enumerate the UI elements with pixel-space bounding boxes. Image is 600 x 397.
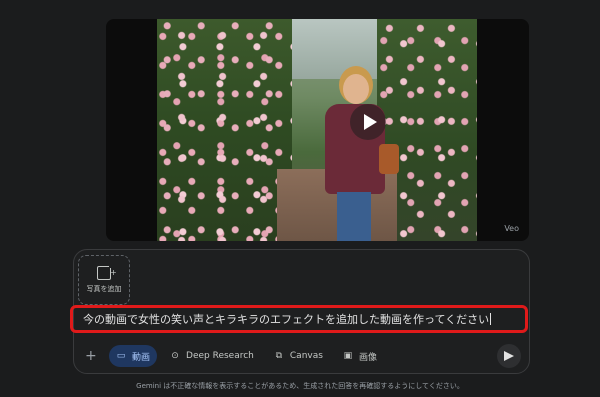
video-thumbnail bbox=[157, 19, 477, 241]
composer-toolbar: + ▭ 動画 ⊙ Deep Research ⧉ Canvas ▣ 画像 bbox=[74, 342, 529, 370]
add-photo-label: 写真を追加 bbox=[86, 285, 122, 293]
play-icon bbox=[363, 114, 377, 130]
tool-video-chip[interactable]: ▭ 動画 bbox=[109, 345, 158, 367]
image-icon: ▣ bbox=[343, 351, 353, 361]
canvas-icon: ⧉ bbox=[275, 351, 283, 361]
send-icon bbox=[504, 351, 514, 361]
send-button[interactable] bbox=[497, 344, 521, 368]
add-photo-button[interactable]: + 写真を追加 bbox=[78, 255, 130, 305]
tool-image-chip[interactable]: ▣ 画像 bbox=[336, 345, 384, 367]
add-tool-icon[interactable]: + bbox=[85, 348, 99, 364]
tool-canvas-label: Canvas bbox=[289, 351, 323, 361]
prompt-composer: + 写真を追加 今の動画で女性の笑い声とキラキラのエフェクトを追加した動画を作っ… bbox=[70, 249, 530, 374]
video-player[interactable]: Veo bbox=[106, 19, 529, 241]
scene-sky bbox=[292, 19, 377, 79]
tool-canvas-chip[interactable]: ⧉ Canvas bbox=[267, 345, 330, 367]
woman-figure bbox=[315, 74, 399, 241]
add-photo-icon bbox=[97, 262, 115, 280]
play-button[interactable] bbox=[350, 104, 386, 140]
tool-video-label: 動画 bbox=[132, 352, 151, 363]
tool-deep-research-chip[interactable]: ⊙ Deep Research bbox=[163, 345, 261, 367]
deep-research-icon: ⊙ bbox=[171, 351, 179, 361]
prompt-input[interactable]: 今の動画で女性の笑い声とキラキラのエフェクトを追加した動画を作ってください bbox=[70, 305, 528, 333]
video-icon: ▭ bbox=[116, 351, 126, 361]
tool-image-label: 画像 bbox=[358, 352, 377, 363]
prompt-text: 今の動画で女性の笑い声とキラキラのエフェクトを追加した動画を作ってください bbox=[83, 313, 490, 326]
veo-watermark: Veo bbox=[504, 224, 519, 233]
tool-deep-research-label: Deep Research bbox=[186, 351, 254, 361]
footer-disclaimer: Gemini は不正確な情報を表示することがあるため、生成された回答を再確認する… bbox=[136, 382, 464, 390]
rose-bush-left bbox=[157, 19, 292, 241]
text-caret bbox=[490, 313, 492, 325]
